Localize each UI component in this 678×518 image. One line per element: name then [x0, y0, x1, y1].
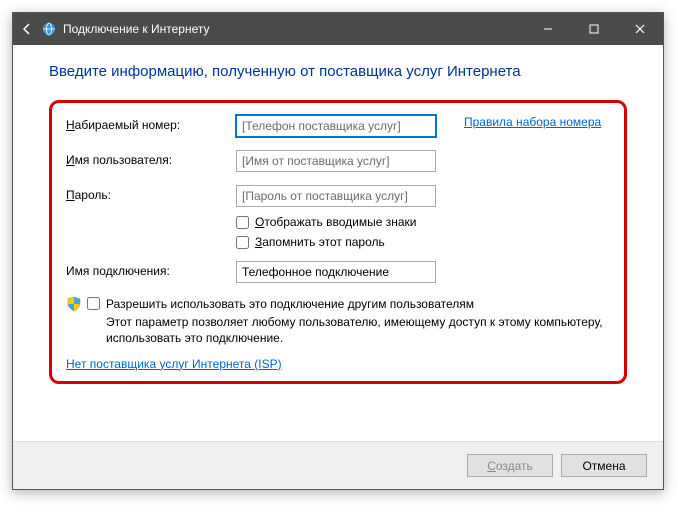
- dialog-footer: Создать Отмена: [13, 441, 663, 489]
- username-input[interactable]: [236, 150, 436, 172]
- cancel-button[interactable]: Отмена: [561, 454, 647, 477]
- content-area: Введите информацию, полученную от постав…: [13, 45, 663, 441]
- username-label: Имя пользователя:: [66, 150, 236, 167]
- window-title: Подключение к Интернету: [63, 22, 210, 36]
- close-button[interactable]: [617, 13, 663, 45]
- page-heading: Введите информацию, полученную от постав…: [49, 63, 627, 80]
- maximize-button[interactable]: [571, 13, 617, 45]
- back-button[interactable]: [13, 13, 41, 45]
- dialog-window: Подключение к Интернету Введите информац…: [12, 12, 664, 490]
- connection-name-label: Имя подключения:: [66, 261, 236, 278]
- show-chars-label: Отображать вводимые знаки: [255, 215, 417, 229]
- share-connection-label: Разрешить использовать это подключение д…: [106, 296, 474, 312]
- share-connection-checkbox[interactable]: [87, 297, 100, 310]
- password-input[interactable]: [236, 185, 436, 207]
- create-button[interactable]: Создать: [467, 454, 553, 477]
- shield-icon: [66, 296, 82, 312]
- show-chars-checkbox[interactable]: [236, 216, 249, 229]
- remember-password-label: Запомнить этот пароль: [255, 235, 385, 249]
- dial-number-label: Набираемый номер:: [66, 115, 236, 132]
- dial-number-input[interactable]: [236, 115, 436, 137]
- no-isp-link[interactable]: Нет поставщика услуг Интернета (ISP): [66, 357, 282, 371]
- remember-password-checkbox[interactable]: [236, 236, 249, 249]
- globe-icon: [41, 21, 57, 37]
- connection-name-input[interactable]: [236, 261, 436, 283]
- titlebar: Подключение к Интернету: [13, 13, 663, 45]
- password-label: Пароль:: [66, 185, 236, 202]
- minimize-button[interactable]: [525, 13, 571, 45]
- dial-rules-link[interactable]: Правила набора номера: [464, 115, 601, 131]
- form-highlight: Набираемый номер: Правила набора номера …: [49, 100, 627, 384]
- share-connection-description: Этот параметр позволяет любому пользоват…: [106, 314, 610, 346]
